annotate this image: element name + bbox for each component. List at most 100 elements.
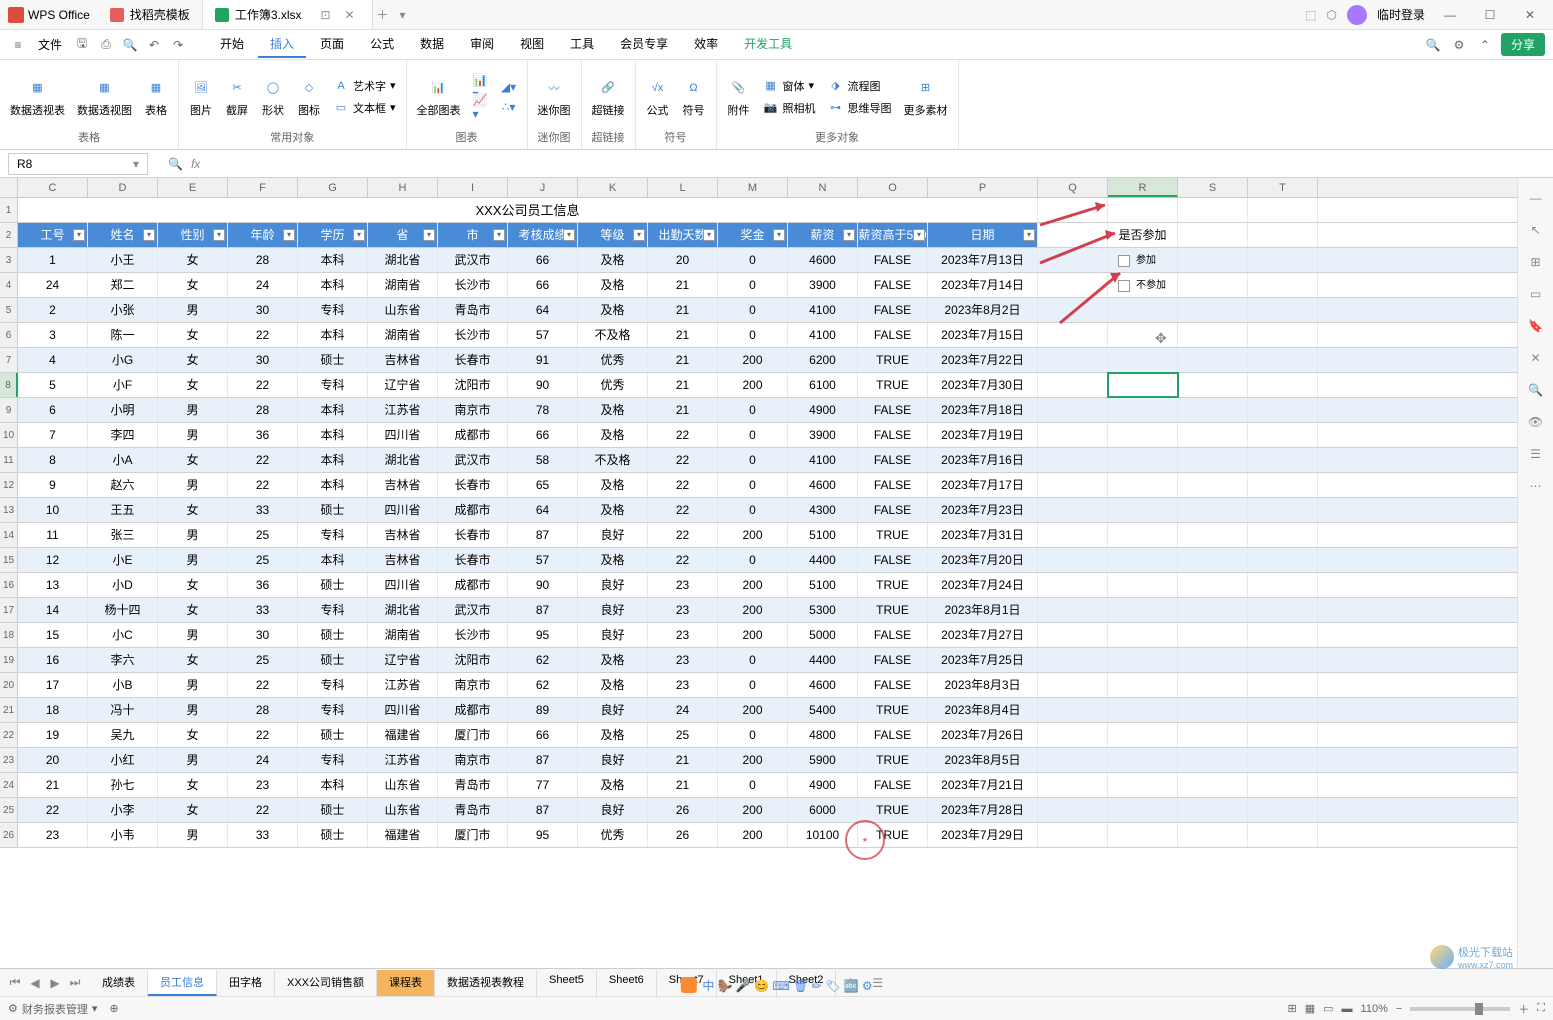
cell[interactable]: FALSE — [858, 323, 928, 347]
cell[interactable]: 本科 — [298, 323, 368, 347]
cell[interactable]: 成都市 — [438, 698, 508, 722]
doc-tab[interactable]: 工作簿3.xlsx⊡✕ — [203, 0, 373, 29]
cell[interactable] — [1178, 498, 1248, 522]
cell[interactable]: 5100 — [788, 573, 858, 597]
title-cell[interactable]: XXX公司员工信息 — [18, 198, 1038, 222]
cell[interactable]: 0 — [718, 773, 788, 797]
cell[interactable]: 22 — [228, 473, 298, 497]
menu-tab[interactable]: 审阅 — [458, 31, 506, 58]
cell[interactable]: 女 — [158, 773, 228, 797]
cell[interactable]: 0 — [718, 448, 788, 472]
cell[interactable] — [1038, 723, 1108, 747]
cell[interactable] — [1178, 248, 1248, 272]
cell[interactable] — [1038, 823, 1108, 847]
cell[interactable]: 南京市 — [438, 398, 508, 422]
tab-close-icon[interactable]: ✕ — [340, 5, 360, 25]
filter-dropdown-icon[interactable]: ▾ — [843, 229, 855, 241]
filter-dropdown-icon[interactable]: ▾ — [423, 229, 435, 241]
filter-dropdown-icon[interactable]: ▾ — [773, 229, 785, 241]
textbox-button[interactable]: ▭文本框 ▾ — [333, 98, 396, 118]
cell[interactable] — [1248, 573, 1318, 597]
cell[interactable]: 4300 — [788, 498, 858, 522]
cell[interactable]: 小E — [88, 548, 158, 572]
cell[interactable] — [1248, 773, 1318, 797]
row-header[interactable]: 14 — [0, 523, 18, 547]
cell[interactable]: 22 — [228, 448, 298, 472]
column-header[interactable]: D — [88, 178, 158, 197]
cell[interactable] — [1038, 798, 1108, 822]
cell[interactable]: 23 — [228, 773, 298, 797]
row-header[interactable]: 3 — [0, 248, 18, 272]
cell[interactable] — [1038, 623, 1108, 647]
cell[interactable]: 沈阳市 — [438, 373, 508, 397]
cell[interactable]: 30 — [228, 298, 298, 322]
cell[interactable]: 0 — [718, 398, 788, 422]
cell[interactable] — [1248, 698, 1318, 722]
cell[interactable]: 20 — [648, 248, 718, 272]
cell[interactable]: 87 — [508, 523, 578, 547]
cell[interactable]: 福建省 — [368, 823, 438, 847]
cell[interactable]: 厦门市 — [438, 723, 508, 747]
cell[interactable]: 91 — [508, 348, 578, 372]
menu-tab[interactable]: 公式 — [358, 31, 406, 58]
cell[interactable]: FALSE — [858, 448, 928, 472]
cell[interactable]: 等级▾ — [578, 223, 648, 247]
row-header[interactable]: 2 — [0, 223, 18, 247]
cell[interactable]: 5900 — [788, 748, 858, 772]
cursor-icon[interactable]: ↖ — [1526, 220, 1546, 240]
cell[interactable]: 男 — [158, 398, 228, 422]
cell[interactable]: 4100 — [788, 298, 858, 322]
cell[interactable]: 张三 — [88, 523, 158, 547]
cell[interactable]: 17 — [18, 673, 88, 697]
cell[interactable]: 4900 — [788, 398, 858, 422]
search-panel-icon[interactable]: 🔍 — [1526, 380, 1546, 400]
cell[interactable]: FALSE — [858, 423, 928, 447]
cell[interactable]: 良好 — [578, 748, 648, 772]
row-header[interactable]: 7 — [0, 348, 18, 372]
cell[interactable]: 64 — [508, 298, 578, 322]
cell[interactable]: 22 — [228, 323, 298, 347]
cell[interactable]: 南京市 — [438, 673, 508, 697]
cell[interactable] — [1248, 398, 1318, 422]
cell[interactable] — [1108, 373, 1178, 397]
cell[interactable]: 14 — [18, 598, 88, 622]
filter-dropdown-icon[interactable]: ▾ — [213, 229, 225, 241]
print-icon[interactable]: ⎙ — [96, 35, 116, 55]
cell[interactable]: 长沙市 — [438, 623, 508, 647]
cell[interactable]: TRUE — [858, 348, 928, 372]
screenshot-button[interactable]: ✂截屏 — [225, 76, 249, 118]
cell[interactable]: 长春市 — [438, 548, 508, 572]
cell[interactable]: 62 — [508, 673, 578, 697]
sheet-tab[interactable]: 成绩表 — [90, 970, 148, 996]
cell[interactable]: 1 — [18, 248, 88, 272]
cell[interactable]: 3900 — [788, 273, 858, 297]
cell[interactable] — [1248, 323, 1318, 347]
cell[interactable]: 专科 — [298, 698, 368, 722]
cell[interactable] — [1178, 723, 1248, 747]
cell[interactable]: 2023年7月22日 — [928, 348, 1038, 372]
select-all-corner[interactable] — [0, 178, 18, 197]
cell[interactable]: FALSE — [858, 298, 928, 322]
cell[interactable]: 2023年8月1日 — [928, 598, 1038, 622]
cell[interactable]: 23 — [18, 823, 88, 847]
tab-menu-icon[interactable]: ⊡ — [316, 5, 336, 25]
cell[interactable]: FALSE — [858, 723, 928, 747]
cell[interactable]: 姓名▾ — [88, 223, 158, 247]
hex-icon[interactable]: ⬡ — [1327, 8, 1337, 22]
cell[interactable]: 优秀 — [578, 373, 648, 397]
cell[interactable]: TRUE — [858, 573, 928, 597]
cell[interactable] — [1248, 223, 1318, 247]
cell[interactable]: 杨十四 — [88, 598, 158, 622]
row-header[interactable]: 18 — [0, 623, 18, 647]
cell[interactable]: 19 — [18, 723, 88, 747]
cell[interactable] — [1248, 673, 1318, 697]
cell[interactable]: 湖北省 — [368, 598, 438, 622]
cell[interactable]: 4600 — [788, 673, 858, 697]
cell[interactable]: 200 — [718, 748, 788, 772]
cell[interactable]: 3900 — [788, 423, 858, 447]
cell[interactable] — [1108, 473, 1178, 497]
cell[interactable]: 及格 — [578, 473, 648, 497]
table-button[interactable]: ▦表格 — [144, 76, 168, 118]
cell[interactable] — [1038, 698, 1108, 722]
cell[interactable]: 长春市 — [438, 473, 508, 497]
